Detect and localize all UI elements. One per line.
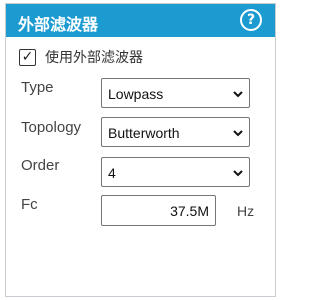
order-label: Order — [21, 157, 60, 174]
order-select-value: 4 — [108, 165, 116, 181]
fc-unit-label: Hz — [237, 203, 255, 219]
order-select[interactable]: 4 — [101, 157, 250, 187]
fc-input[interactable]: 37.5M — [101, 195, 216, 226]
use-external-filter-checkbox[interactable]: ✓ — [19, 48, 36, 66]
help-icon[interactable]: ? — [240, 9, 262, 31]
topology-select[interactable]: Butterworth — [101, 117, 250, 147]
type-select-value: Lowpass — [108, 86, 164, 102]
use-external-filter-label[interactable]: 使用外部滤波器 — [45, 47, 143, 67]
panel-header: 外部滤波器 ? — [6, 4, 275, 37]
fc-label: Fc — [21, 196, 38, 213]
type-select[interactable]: Lowpass — [101, 78, 250, 108]
type-label: Type — [21, 79, 54, 96]
panel-title: 外部滤波器 — [18, 15, 99, 34]
chevron-down-icon — [233, 170, 243, 177]
chevron-down-icon — [233, 91, 243, 98]
fc-input-value: 37.5M — [170, 203, 209, 219]
topology-label: Topology — [21, 119, 82, 136]
external-filter-panel: 外部滤波器 ? ✓ 使用外部滤波器 Type Lowpass Topology … — [5, 3, 276, 297]
topology-select-value: Butterworth — [108, 125, 180, 141]
use-external-filter-row[interactable]: ✓ 使用外部滤波器 — [19, 47, 143, 67]
checkmark-icon: ✓ — [21, 49, 34, 65]
chevron-down-icon — [233, 130, 243, 137]
